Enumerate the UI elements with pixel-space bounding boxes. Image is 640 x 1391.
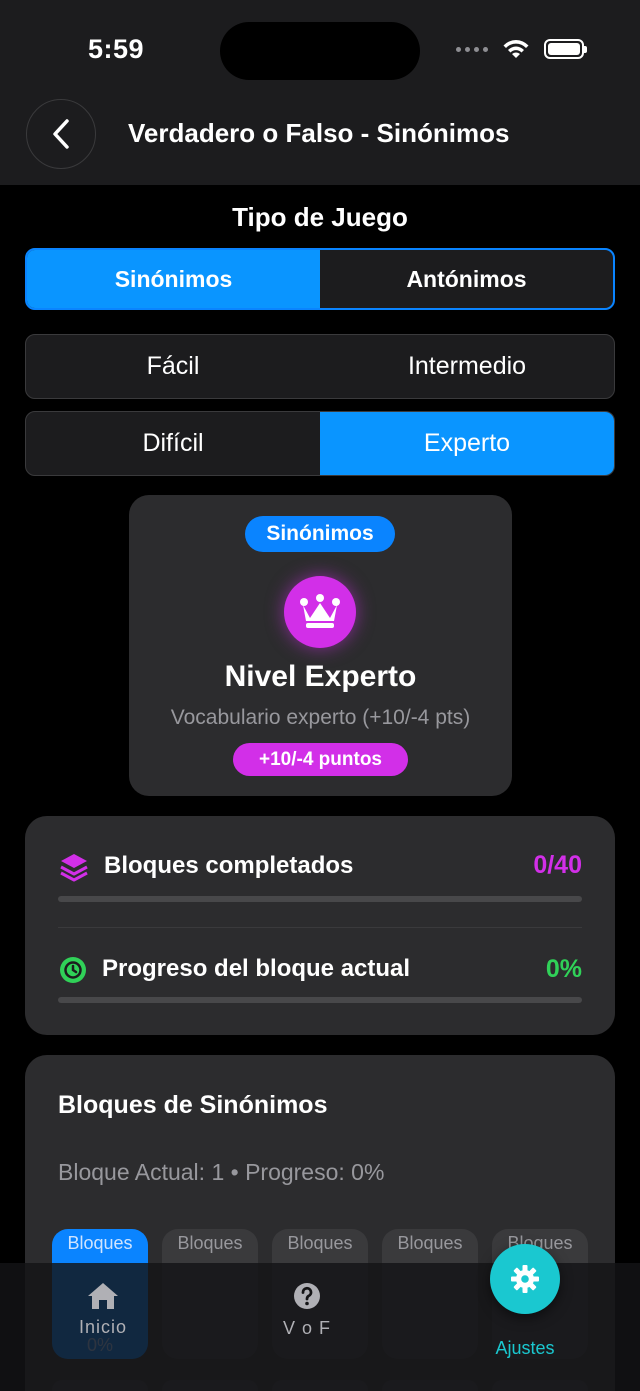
difficulty-experto[interactable]: Experto <box>320 412 614 475</box>
game-type-segmented-control: Sinónimos Antónimos <box>25 248 615 310</box>
back-button[interactable] <box>26 99 96 169</box>
wifi-icon <box>503 40 529 58</box>
level-icon-circle <box>284 576 356 648</box>
level-type-badge: Sinónimos <box>245 516 395 552</box>
difficulty-row-2: Difícil Experto <box>25 411 615 476</box>
points-badge: +10/-4 puntos <box>233 743 408 776</box>
difficulty-dificil[interactable]: Difícil <box>26 412 320 475</box>
status-time: 5:59 <box>88 34 145 64</box>
game-type-title: Tipo de Juego <box>232 202 408 232</box>
crown-icon <box>300 594 340 628</box>
blocks-completed-label: Bloques completados <box>104 852 354 879</box>
level-name: Nivel Experto <box>224 660 417 693</box>
timer-icon <box>60 957 86 983</box>
home-icon <box>88 1283 118 1309</box>
blocks-title: Bloques de Sinónimos <box>58 1091 328 1119</box>
divider <box>58 927 582 928</box>
block-tile-label: Bloques <box>177 1233 243 1253</box>
level-description: Vocabulario experto (+10/-4 pts) <box>170 706 471 729</box>
blocks-progress-bar <box>58 896 582 902</box>
blocks-completed-value: 0/40 <box>533 851 582 879</box>
settings-button[interactable] <box>490 1244 560 1314</box>
difficulty-row-1: Fácil Intermedio <box>25 334 615 399</box>
signal-dots-icon <box>456 46 488 52</box>
difficulty-intermedio[interactable]: Intermedio <box>320 335 614 398</box>
status-icons <box>456 38 587 60</box>
battery-icon <box>544 39 587 59</box>
tab-inicio[interactable]: Inicio <box>43 1263 163 1373</box>
gear-icon <box>511 1265 539 1293</box>
tab-antonimos[interactable]: Antónimos <box>320 250 613 308</box>
current-block-label: Progreso del bloque actual <box>102 955 411 982</box>
current-block-value: 0% <box>545 955 582 983</box>
current-block-progress-bar <box>58 997 582 1003</box>
block-tile-label: Bloques <box>67 1233 133 1253</box>
blocks-subtitle: Bloque Actual: 1 • Progreso: 0% <box>58 1159 385 1185</box>
tab-vof-label: V o F <box>282 1318 331 1338</box>
question-icon <box>294 1283 320 1309</box>
page-title: Verdadero o Falso - Sinónimos <box>128 118 510 148</box>
chevron-left-icon <box>53 119 69 149</box>
difficulty-facil[interactable]: Fácil <box>26 335 320 398</box>
tab-inicio-label: Inicio <box>78 1317 128 1337</box>
layers-icon <box>60 854 88 882</box>
tab-sinonimos[interactable]: Sinónimos <box>27 250 320 308</box>
block-tile-label: Bloques <box>287 1233 353 1253</box>
tab-vof[interactable]: V o F <box>247 1263 367 1373</box>
dynamic-island <box>220 22 420 80</box>
block-tile-label: Bloques <box>397 1233 463 1253</box>
settings-label: Ajustes <box>495 1338 555 1358</box>
